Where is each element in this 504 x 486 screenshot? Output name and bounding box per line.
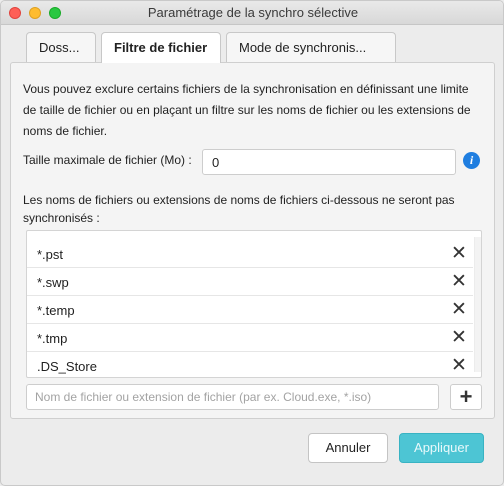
- filter-description: Vous pouvez exclure certains fichiers de…: [23, 82, 471, 138]
- remove-icon[interactable]: ✕: [449, 244, 469, 264]
- excluded-list-label: Les noms de fichiers ou extensions de no…: [23, 193, 455, 225]
- list-item-label: *.temp: [37, 303, 75, 318]
- cancel-button[interactable]: Annuler: [308, 433, 388, 463]
- list-item[interactable]: *.swp ✕: [27, 268, 473, 296]
- apply-button[interactable]: Appliquer: [399, 433, 484, 463]
- new-filter-input[interactable]: [26, 384, 439, 410]
- remove-icon[interactable]: ✕: [449, 300, 469, 320]
- list-item-label: *.swp: [37, 275, 69, 290]
- tab-file-filter[interactable]: Filtre de fichier: [101, 32, 221, 63]
- add-filter-button[interactable]: +: [450, 384, 482, 410]
- dialog-window: Paramétrage de la synchro sélective Doss…: [0, 0, 504, 486]
- max-size-label: Taille maximale de fichier (Mo) :: [23, 153, 192, 167]
- tab-sync-mode[interactable]: Mode de synchronis...: [226, 32, 396, 62]
- list-item-label: *.tmp: [37, 331, 68, 346]
- remove-icon[interactable]: ✕: [449, 356, 469, 376]
- remove-icon[interactable]: ✕: [449, 272, 469, 292]
- remove-icon[interactable]: ✕: [449, 328, 469, 348]
- list-item[interactable]: .DS_Store ✕: [27, 352, 473, 377]
- list-scrollbar[interactable]: [474, 237, 481, 372]
- tab-folders[interactable]: Doss...: [26, 32, 96, 62]
- title-bar: Paramétrage de la synchro sélective: [1, 1, 503, 25]
- list-item[interactable]: *.tmp ✕: [27, 324, 473, 352]
- info-icon[interactable]: i: [463, 152, 480, 169]
- max-size-input[interactable]: [202, 149, 456, 175]
- list-item-label: *.pst: [37, 247, 64, 262]
- list-item[interactable]: *.temp ✕: [27, 296, 473, 324]
- list-item[interactable]: *.pst ✕: [27, 240, 473, 268]
- list-item-label: .DS_Store: [37, 359, 97, 374]
- excluded-list: *.pst ✕ *.swp ✕ *.temp ✕ *.tmp ✕ .DS_Sto…: [26, 230, 482, 378]
- window-title: Paramétrage de la synchro sélective: [147, 5, 359, 20]
